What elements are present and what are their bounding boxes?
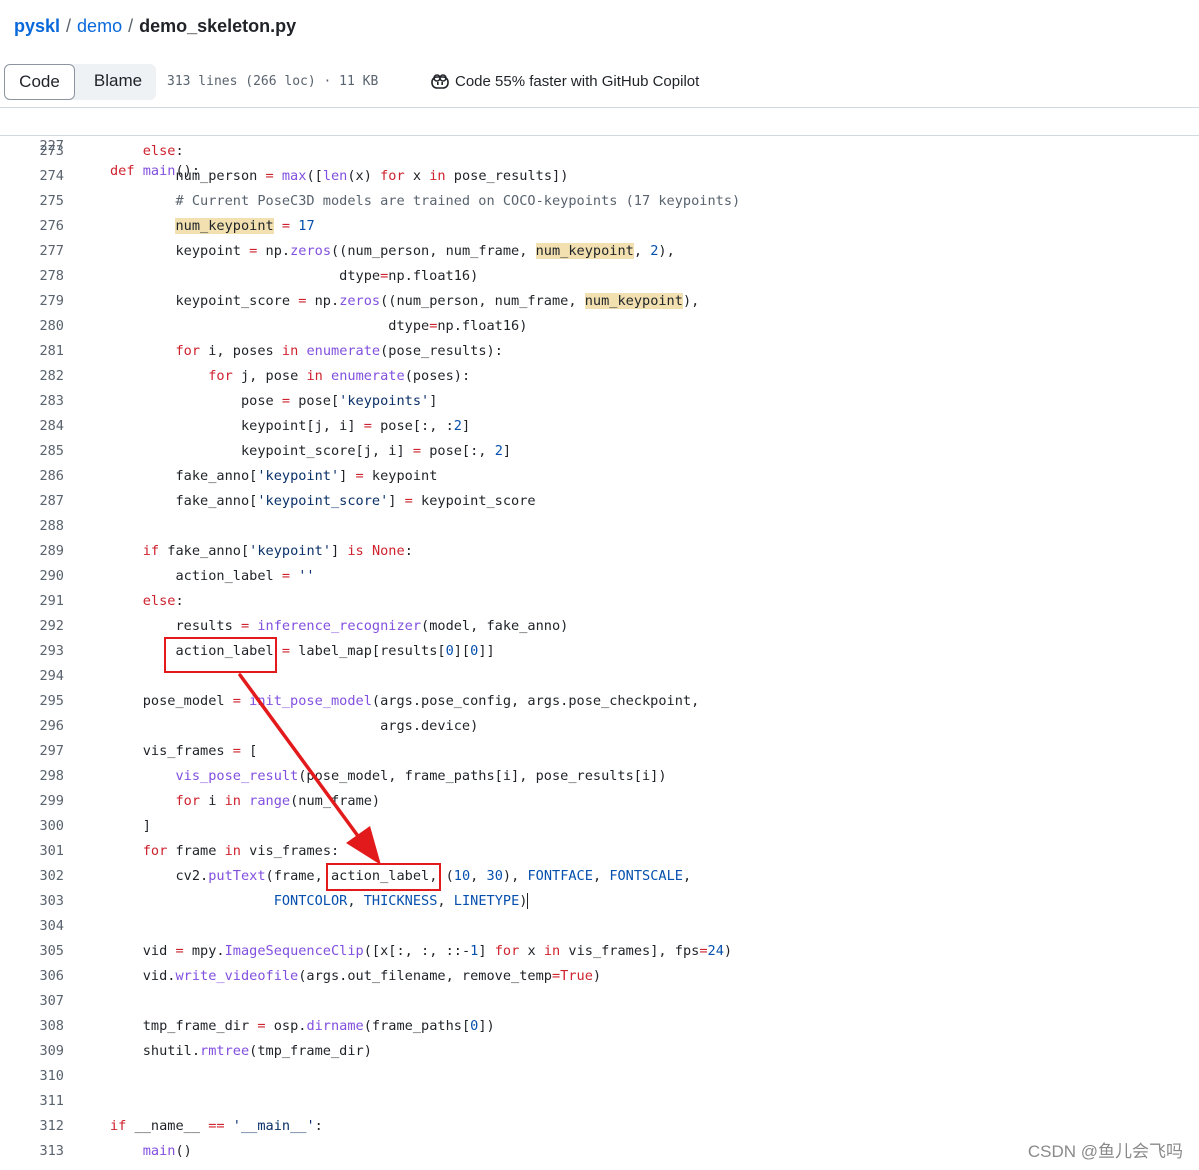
view-segmented-control: Code Blame: [4, 64, 156, 100]
breadcrumb-separator: /: [66, 16, 72, 36]
breadcrumb-file-name: demo_skeleton.py: [139, 16, 297, 36]
copilot-promo-link[interactable]: Code 55% faster with GitHub Copilot: [430, 64, 699, 100]
breadcrumb-folder-link[interactable]: demo: [77, 16, 122, 36]
file-toolbar: Code Blame 313 lines (266 loc) · 11 KB C…: [0, 56, 1199, 108]
code-viewer[interactable]: 227 def main(): 273 else: 274 num_person …: [0, 109, 1199, 1170]
copilot-promo-label: Code 55% faster with GitHub Copilot: [455, 73, 700, 90]
watermark: CSDN @鱼儿会飞吗: [1027, 1142, 1183, 1161]
code-view-button[interactable]: Code: [4, 64, 75, 100]
file-meta-info: 313 lines (266 loc) · 11 KB: [167, 74, 379, 89]
breadcrumb-repo-link[interactable]: pyskl: [14, 16, 60, 36]
breadcrumb: pyskl / demo / demo_skeleton.py: [14, 14, 296, 38]
copilot-icon: [431, 74, 449, 89]
breadcrumb-separator: /: [128, 16, 134, 36]
blame-view-button[interactable]: Blame: [80, 64, 156, 100]
annotation-arrow: [238, 673, 381, 865]
